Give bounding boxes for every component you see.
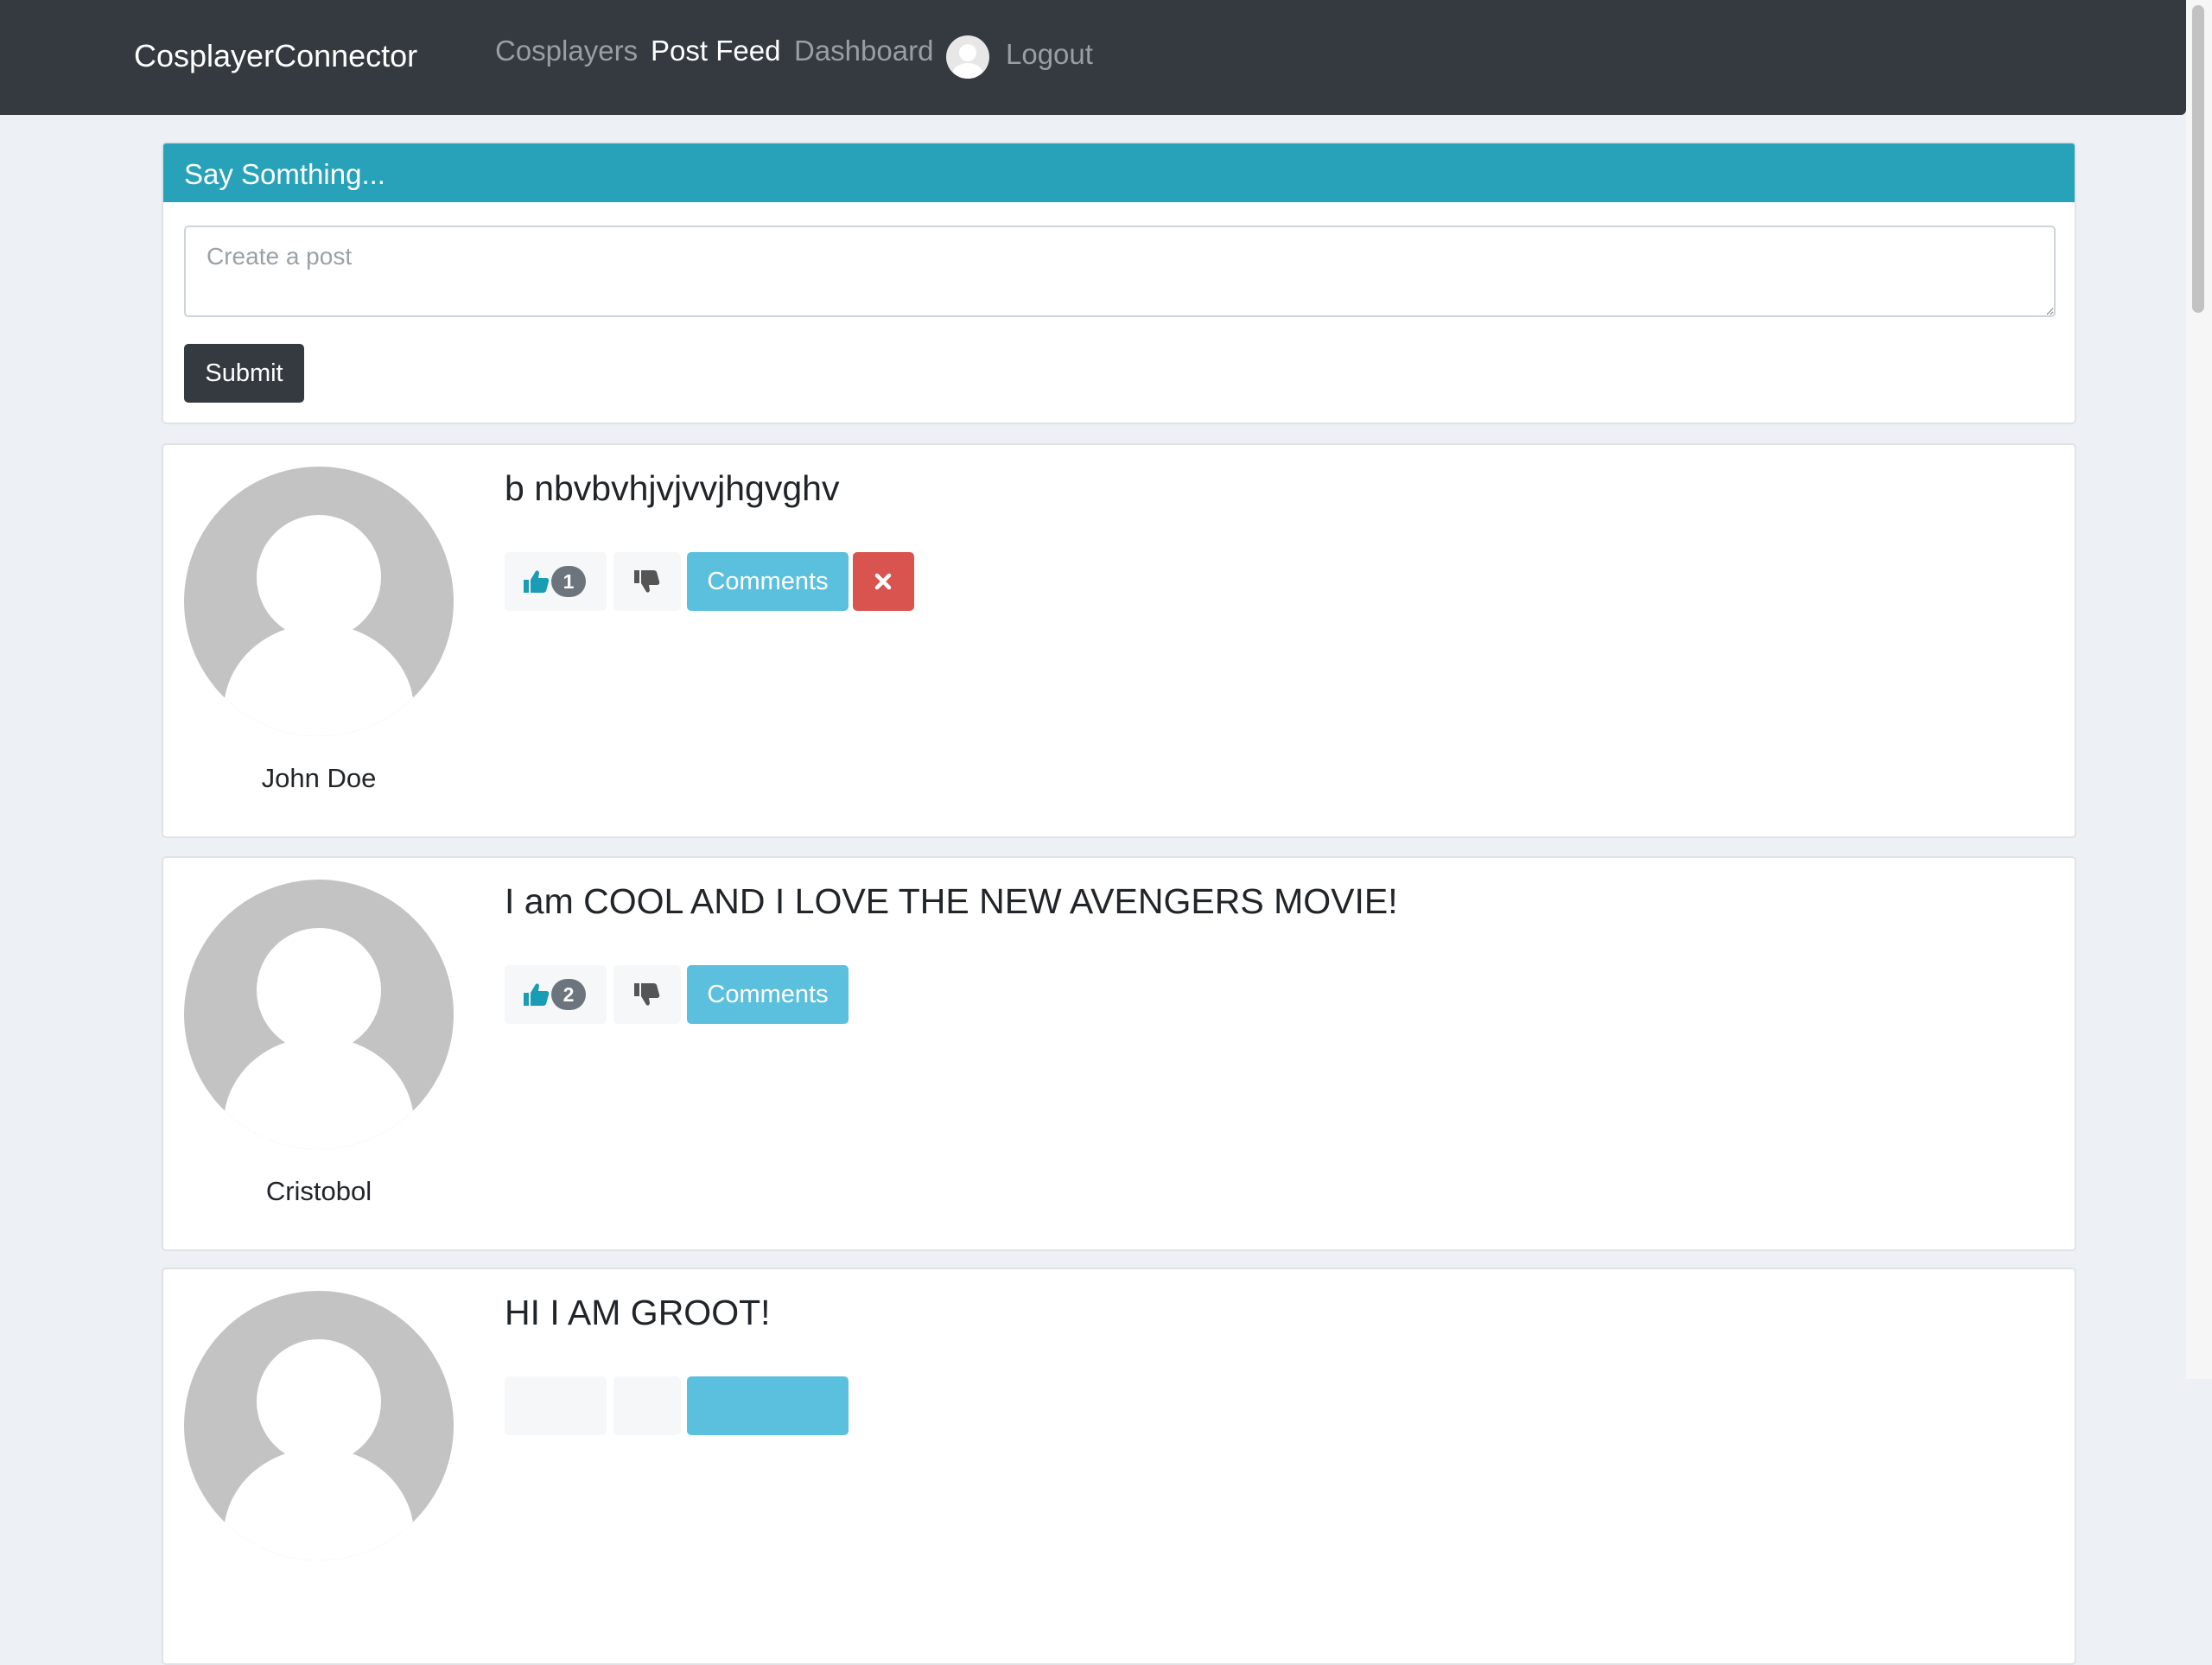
create-post-input[interactable] [184, 226, 2056, 317]
user-avatar-icon [184, 1291, 454, 1560]
post-author: John Doe [261, 763, 377, 793]
comments-button[interactable]: Comments [687, 965, 849, 1024]
composer-header: Say Somthing... [163, 143, 2075, 202]
thumbs-up-icon [524, 983, 550, 1006]
logout-link[interactable]: Logout [1006, 38, 1093, 71]
comments-button[interactable]: Comments [687, 552, 849, 611]
navbar: CosplayerConnector Cosplayers Post Feed … [0, 0, 2186, 115]
like-button[interactable] [505, 1376, 607, 1435]
post-author: Cristobol [265, 1176, 372, 1206]
user-avatar-icon [184, 467, 454, 736]
comments-button[interactable] [687, 1376, 849, 1435]
delete-post-button[interactable] [853, 552, 914, 611]
post-card: Cristobol I am COOL AND I LOVE THE NEW A… [162, 856, 2076, 1251]
post-composer: Say Somthing... Submit [162, 142, 2076, 424]
post-text: b nbvbvhjvjvvjhgvghv [505, 468, 840, 508]
thumbs-up-icon [524, 570, 550, 593]
brand-link[interactable]: CosplayerConnector [134, 38, 417, 74]
like-count-badge: 1 [551, 566, 586, 597]
scrollbar-thumb[interactable] [2192, 5, 2204, 313]
close-icon [874, 573, 892, 590]
like-button[interactable]: 2 [505, 965, 607, 1024]
submit-button[interactable]: Submit [184, 344, 304, 403]
user-avatar-icon [184, 880, 454, 1149]
post-text: HI I AM GROOT! [505, 1293, 771, 1332]
dislike-button[interactable] [613, 965, 681, 1024]
post-card: HI I AM GROOT! [162, 1268, 2076, 1665]
nav-link-cosplayers[interactable]: Cosplayers [495, 35, 638, 67]
thumbs-down-icon [634, 570, 660, 593]
nav-link-post-feed[interactable]: Post Feed [651, 35, 780, 67]
thumbs-down-icon [634, 983, 660, 1006]
dislike-button[interactable] [613, 552, 681, 611]
like-button[interactable]: 1 [505, 552, 607, 611]
post-card: John Doe b nbvbvhjvjvvjhgvghv 1 Comments [162, 443, 2076, 838]
nav-link-dashboard[interactable]: Dashboard [794, 35, 933, 67]
user-avatar-icon[interactable] [946, 35, 989, 79]
like-count-badge: 2 [551, 979, 586, 1010]
post-text: I am COOL AND I LOVE THE NEW AVENGERS MO… [505, 881, 1398, 921]
composer-title: Say Somthing... [184, 158, 385, 190]
dislike-button[interactable] [613, 1376, 681, 1435]
